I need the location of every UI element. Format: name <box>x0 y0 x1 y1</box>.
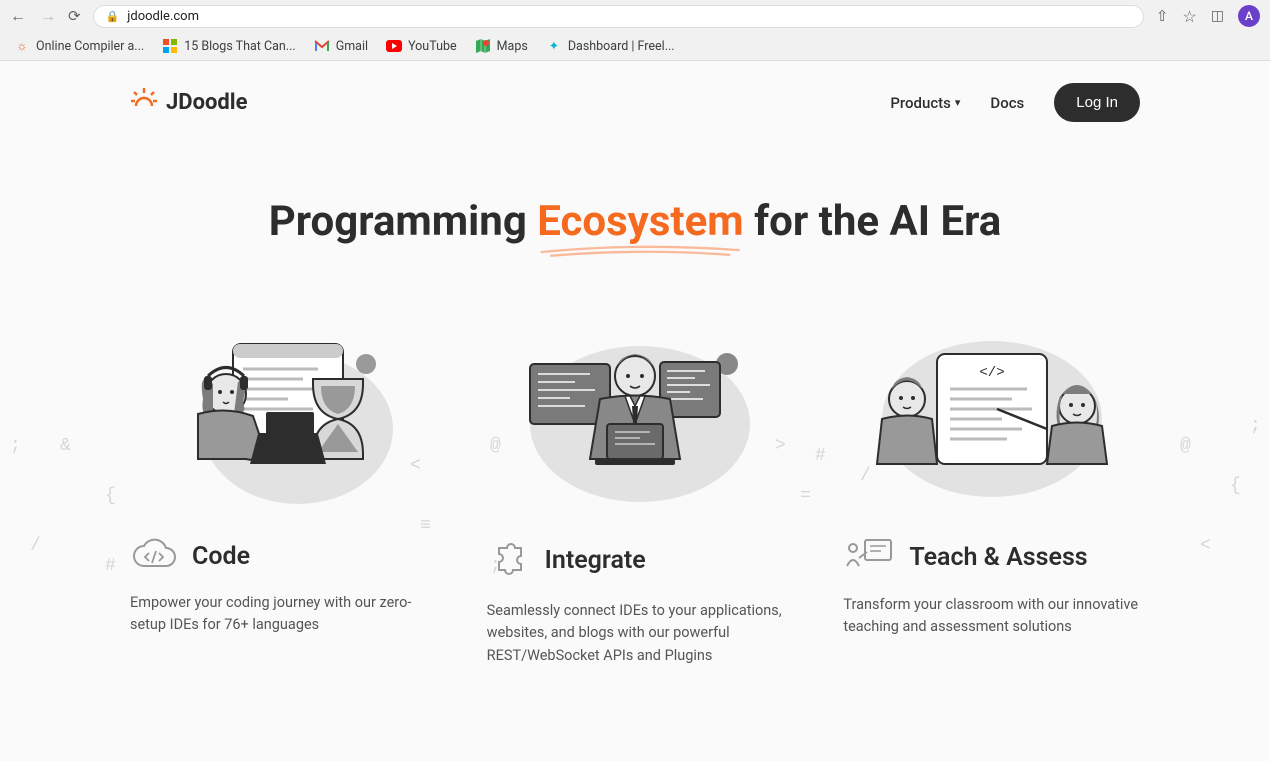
feature-desc: Transform your classroom with our innova… <box>843 594 1140 639</box>
feature-title: Code <box>192 542 250 571</box>
maps-icon <box>475 38 491 54</box>
feature-integrate: Integrate Seamlessly connect IDEs to you… <box>487 324 784 667</box>
browser-chrome: ← → ⟳ 🔒 jdoodle.com ⇧ ☆ ◫ A ☼ Online Com… <box>0 0 1270 61</box>
nav-docs[interactable]: Docs <box>990 94 1024 112</box>
lock-icon: 🔒 <box>106 10 120 23</box>
browser-toolbar: ← → ⟳ 🔒 jdoodle.com ⇧ ☆ ◫ A <box>0 0 1270 32</box>
cloud-code-icon <box>130 536 178 576</box>
teach-illustration: </> <box>843 324 1140 504</box>
gmail-icon <box>314 38 330 54</box>
brand-logo[interactable]: JDoodle <box>130 86 248 119</box>
bookmark-gmail[interactable]: Gmail <box>314 38 368 54</box>
bookmark-icon: ☼ <box>14 38 30 54</box>
refresh-button[interactable]: ⟳ <box>68 7 81 25</box>
feature-desc: Seamlessly connect IDEs to your applicat… <box>487 600 784 667</box>
bookmarks-bar: ☼ Online Compiler a... 15 Blogs That Can… <box>0 32 1270 60</box>
nav-products[interactable]: Products ▾ <box>890 94 960 112</box>
feature-code: Code Empower your coding journey with ou… <box>130 324 427 667</box>
feature-title: Teach & Assess <box>909 543 1087 572</box>
feature-desc: Empower your coding journey with our zer… <box>130 592 427 637</box>
youtube-icon <box>386 38 402 54</box>
puzzle-icon <box>487 536 531 584</box>
hero-highlight: Ecosystem <box>537 197 743 246</box>
feature-title: Integrate <box>545 546 646 575</box>
teacher-icon <box>843 536 895 578</box>
forward-button[interactable]: → <box>40 6 56 26</box>
features-row: Code Empower your coding journey with ou… <box>0 324 1270 667</box>
chevron-down-icon: ▾ <box>955 96 961 109</box>
underline-decoration <box>537 244 743 260</box>
star-icon[interactable]: ☆ <box>1182 7 1196 26</box>
bookmark-online-compiler[interactable]: ☼ Online Compiler a... <box>14 38 144 54</box>
bookmark-dashboard-freel[interactable]: ✦ Dashboard | Freel... <box>546 38 675 54</box>
back-button[interactable]: ← <box>10 6 26 26</box>
bookmark-maps[interactable]: Maps <box>475 38 528 54</box>
bookmark-15-blogs[interactable]: 15 Blogs That Can... <box>162 38 296 54</box>
svg-text:</>: </> <box>979 365 1004 381</box>
hero-title: Programming Ecosystem for the AI Era <box>0 197 1270 246</box>
login-button[interactable]: Log In <box>1054 83 1140 122</box>
code-illustration <box>130 324 427 504</box>
sun-icon <box>130 86 158 119</box>
bookmark-youtube[interactable]: YouTube <box>386 38 457 54</box>
integrate-illustration <box>487 324 784 504</box>
bookmark-icon: ✦ <box>546 38 562 54</box>
share-icon[interactable]: ⇧ <box>1156 7 1169 25</box>
site-navbar: JDoodle Products ▾ Docs Log In <box>0 61 1270 132</box>
address-bar[interactable]: 🔒 jdoodle.com <box>93 5 1144 28</box>
profile-avatar[interactable]: A <box>1238 5 1260 27</box>
page-content: JDoodle Products ▾ Docs Log In Programmi… <box>0 61 1270 761</box>
feature-teach-assess: </> <box>843 324 1140 667</box>
bookmark-icon <box>162 38 178 54</box>
panel-icon[interactable]: ◫ <box>1211 8 1224 24</box>
url-text: jdoodle.com <box>127 9 199 24</box>
